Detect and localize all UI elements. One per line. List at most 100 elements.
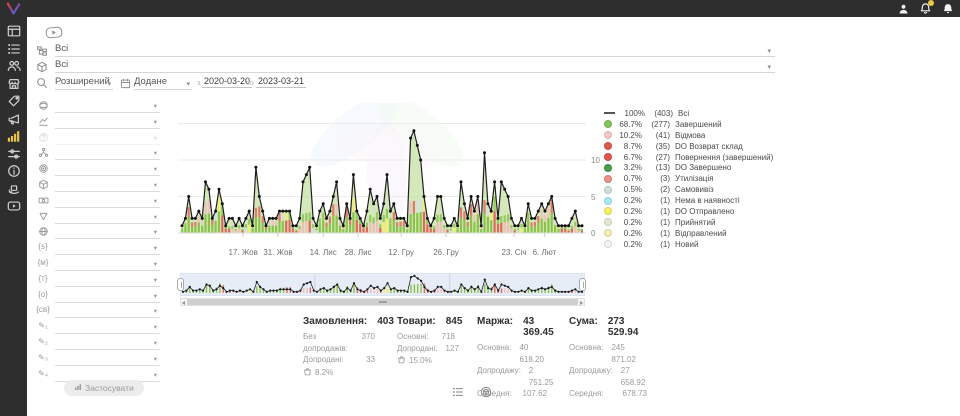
legend-item[interactable]: 0.2%(1)DO Отправлено [604, 206, 773, 217]
chevron-down-icon: ▾ [154, 244, 157, 252]
sidebar-item-orders[interactable] [0, 43, 27, 61]
search-icon[interactable] [36, 76, 48, 94]
legend-item[interactable]: 0.2%(1)Новий [604, 239, 773, 250]
package-view-icon[interactable] [480, 385, 492, 403]
legend-item[interactable]: 6.7%(27)Повернення (завершений) [604, 152, 773, 163]
filter-row-trend[interactable]: ▾ [34, 115, 160, 131]
scroll-right-icon[interactable] [580, 301, 583, 305]
filter-select[interactable] [55, 259, 160, 271]
sidebar-item-clients[interactable] [0, 60, 27, 78]
legend-item[interactable]: 0.5%(2)Самовивіз [604, 184, 773, 195]
filter-select[interactable] [55, 275, 160, 287]
product-filter-value: Всі [55, 59, 68, 70]
filter-select[interactable] [55, 196, 160, 208]
apply-button[interactable]: Застосувати [64, 380, 144, 396]
filter-row-var-m[interactable]: {м}▾ [34, 257, 160, 273]
filter-row-var-o[interactable]: {о} ▾ [34, 289, 160, 305]
sidebar-item-video[interactable] [0, 200, 27, 218]
sidebar-item-info[interactable] [0, 165, 27, 183]
sidebar-item-dashboard[interactable] [0, 25, 27, 43]
filter-row-pencil-1[interactable]: ✎₁ ▾ [34, 320, 160, 336]
stat-badge-percent: 8.2% [315, 368, 333, 377]
filter-row-help[interactable]: ▾ [34, 131, 160, 147]
legend-item[interactable]: 8.7%(35)DO Возврат склад [604, 141, 773, 152]
filter-row-package[interactable]: ▾ [34, 178, 160, 194]
var-o-icon: {о} [36, 290, 50, 299]
filter-select[interactable] [55, 117, 160, 129]
bell-icon[interactable] [919, 2, 932, 15]
app-logo[interactable] [5, 1, 22, 21]
filter-row-var-sv[interactable]: {св}▾ [34, 304, 160, 320]
alert-icon[interactable] [941, 2, 954, 15]
filter-select[interactable] [55, 306, 160, 318]
chevron-down-icon: ▾ [154, 260, 157, 268]
date-from-input[interactable]: 2020-03-20 [202, 76, 252, 88]
sidebar-item-stats[interactable] [0, 130, 27, 148]
legend-item[interactable]: 68.7%(277)Завершений [604, 119, 773, 130]
scrollbar-thumb[interactable] [187, 299, 578, 305]
chart-brush[interactable] [180, 273, 585, 296]
legend-dot-swatch [604, 175, 612, 183]
chevron-down-icon: ▾ [154, 213, 157, 221]
brush-handle-left[interactable] [177, 278, 184, 291]
legend-count: (35) [646, 142, 670, 151]
megaphone-icon [7, 112, 21, 131]
pencil-1-icon: ✎₁ [36, 321, 50, 330]
legend-count: (1) [646, 229, 670, 238]
orders-chart[interactable] [178, 103, 586, 240]
filter-row-funnel[interactable]: ▾ [34, 210, 160, 226]
chart-scrollbar[interactable] [180, 298, 585, 306]
filter-select[interactable] [55, 133, 160, 145]
legend-item[interactable]: 10.2%(41)Відмова [604, 130, 773, 141]
stat-row-value: 678.73 [623, 388, 647, 400]
chevron-down-icon: ▾ [154, 323, 157, 331]
stat-row-label: Основні: [397, 331, 429, 343]
scroll-left-icon[interactable] [182, 301, 185, 305]
filter-select[interactable] [55, 322, 160, 334]
legend-item[interactable]: 0.2%(1)Нема в наявності [604, 195, 773, 206]
apply-button-label: Застосувати [85, 383, 134, 393]
filter-select[interactable] [55, 164, 160, 176]
filter-select[interactable] [55, 212, 160, 224]
filter-select[interactable] [55, 180, 160, 192]
chevron-down-icon: ▾ [154, 228, 157, 236]
filter-row-fingerprint[interactable]: ▾ [34, 162, 160, 178]
list-view-icon[interactable] [452, 385, 464, 403]
filter-row-pencil-2[interactable]: ✎₂▾ [34, 336, 160, 352]
filter-select[interactable] [55, 101, 160, 113]
filter-select[interactable] [55, 354, 160, 366]
sidebar-item-megaphone[interactable] [0, 113, 27, 131]
filter-select[interactable] [55, 243, 160, 255]
filter-row-pencil-3[interactable]: ✎₃▾ [34, 352, 160, 368]
legend-item[interactable]: 0.7%(3)Утилізація [604, 173, 773, 184]
filter-row-money[interactable]: ▾ [34, 194, 160, 210]
sidebar-item-integrations[interactable] [0, 148, 27, 166]
filter-select[interactable] [55, 227, 160, 239]
legend-count: (2) [646, 185, 670, 194]
filter-select[interactable] [55, 291, 160, 303]
legend-item[interactable]: 0.2%(1)Відправлений [604, 228, 773, 239]
filter-row-var-s[interactable]: {s}▾ [34, 241, 160, 257]
filter-row-hierarchy[interactable]: ▾ [34, 146, 160, 162]
legend-item[interactable]: 0.2%(1)Прийнятий [604, 217, 773, 228]
status-filter-select[interactable]: Всі ▾ [55, 43, 775, 57]
user-icon[interactable] [897, 2, 910, 15]
search-mode-select[interactable]: Розширений ▾ [55, 76, 113, 90]
sidebar-item-tag[interactable] [0, 95, 27, 113]
chevron-down-icon: ▾ [154, 292, 157, 300]
bag-icon [397, 355, 406, 366]
filter-row-globe[interactable]: ▾ [34, 225, 160, 241]
filter-select[interactable] [55, 338, 160, 350]
filter-row-planet[interactable]: ▾ [34, 99, 160, 115]
filter-row-var-t[interactable]: {т}▾ [34, 273, 160, 289]
date-to-input[interactable]: 2023-03-21 [256, 76, 306, 88]
sidebar-item-store[interactable] [0, 78, 27, 96]
sidebar-item-returns[interactable] [0, 183, 27, 201]
brush-handle-right[interactable] [579, 278, 586, 291]
legend-item[interactable]: 3.2%(13)DO Завершено [604, 162, 773, 173]
tag-play-icon[interactable] [45, 26, 63, 44]
product-filter-select[interactable]: Всі ▾ [55, 59, 775, 73]
date-field-select[interactable]: Додане ▾ [134, 76, 192, 90]
filter-select[interactable] [55, 148, 160, 160]
legend-item[interactable]: 100%(403)Всі [604, 108, 773, 119]
